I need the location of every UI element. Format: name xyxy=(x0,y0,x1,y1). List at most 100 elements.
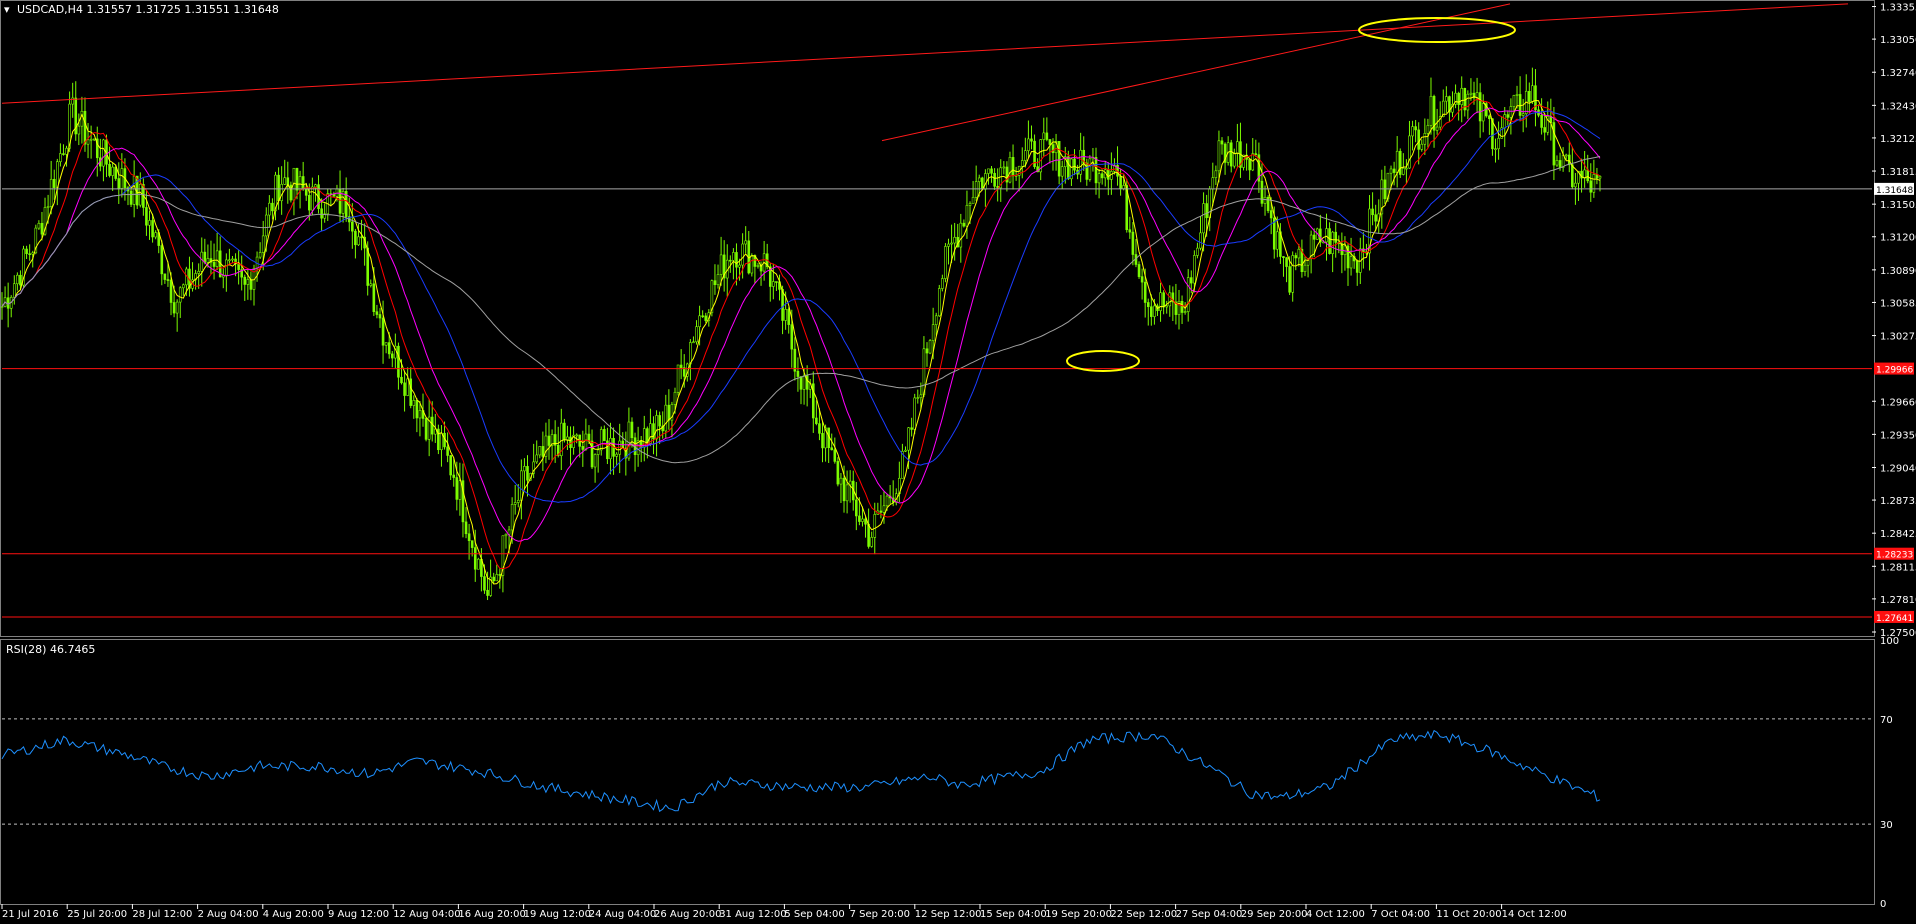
candle-body xyxy=(815,417,818,424)
candle-body xyxy=(1140,276,1144,283)
candle-body xyxy=(458,480,462,500)
candle-body xyxy=(1146,302,1150,308)
candle-body xyxy=(1420,143,1424,150)
candle-body xyxy=(821,433,824,449)
candle-body xyxy=(627,421,631,459)
candle-body xyxy=(679,364,683,369)
candle-body xyxy=(944,246,947,279)
candle-body xyxy=(264,214,268,237)
candle-body xyxy=(1211,177,1215,190)
candle-body xyxy=(249,279,253,290)
candle-body xyxy=(6,297,10,309)
price-axis-label: 1.30275 xyxy=(1880,332,1916,343)
rsi-header: RSI(28) 46.7465 xyxy=(6,643,95,656)
candle-body xyxy=(716,274,720,286)
candle-body xyxy=(664,404,668,432)
candle-body xyxy=(1460,88,1464,105)
candle-body xyxy=(1205,203,1208,219)
candle-body xyxy=(867,523,870,547)
candle-body xyxy=(268,202,271,216)
candle-body xyxy=(160,245,164,275)
candle-body xyxy=(375,311,379,315)
date-axis-label: 21 Jul 2016 xyxy=(2,909,59,920)
candle-body xyxy=(452,474,456,478)
candle-body xyxy=(873,514,877,538)
candle-body xyxy=(523,466,526,472)
candle-body xyxy=(575,434,578,437)
rsi-scale-label: 30 xyxy=(1880,820,1893,831)
candle-body xyxy=(584,433,588,450)
candle-body xyxy=(1309,234,1313,259)
candle-body xyxy=(1051,144,1055,154)
candle-body xyxy=(1137,264,1141,277)
candle-body xyxy=(971,197,975,204)
candle-body xyxy=(37,222,41,229)
candle-body xyxy=(49,178,53,207)
candle-body xyxy=(31,252,35,255)
price-axis-label: 1.30585 xyxy=(1880,298,1916,309)
candle-body xyxy=(1128,229,1132,233)
candle-body xyxy=(793,348,797,372)
candle-body xyxy=(913,397,917,430)
symbol-dropdown-icon[interactable]: ▾ xyxy=(4,3,10,16)
candle-body xyxy=(609,437,612,460)
candle-body xyxy=(1435,126,1439,131)
candle-body xyxy=(547,435,551,446)
candle-body xyxy=(148,220,151,226)
candle-body xyxy=(701,315,704,318)
candle-body xyxy=(704,315,708,321)
candle-body xyxy=(400,376,403,384)
candle-body xyxy=(338,188,342,214)
rsi-panel-frame xyxy=(0,639,1875,905)
candle-body xyxy=(1263,196,1267,204)
candle-body xyxy=(409,378,413,406)
candle-body xyxy=(440,432,443,451)
candle-body xyxy=(83,110,87,145)
date-axis-label: 14 Oct 12:00 xyxy=(1502,909,1567,920)
candle-body xyxy=(1153,305,1156,317)
candle-body xyxy=(885,495,889,507)
rsi-scale-label: 0 xyxy=(1880,899,1886,910)
candle-body xyxy=(603,429,606,442)
candle-body xyxy=(1107,169,1110,180)
candle-body xyxy=(246,279,250,285)
candle-body xyxy=(237,263,240,270)
trading-chart[interactable]: 1.299661.282331.276411.31648 1.333551.33… xyxy=(0,0,1916,924)
ma-grey-line xyxy=(1,155,1601,464)
candle-body xyxy=(366,247,369,286)
candle-body xyxy=(910,427,913,430)
candle-body xyxy=(781,289,784,321)
candle-body xyxy=(787,309,791,325)
candle-body xyxy=(1540,114,1543,128)
candle-body xyxy=(473,547,477,570)
candle-body xyxy=(802,375,806,390)
candle-body xyxy=(925,348,929,354)
candle-body xyxy=(12,283,16,298)
candle-body xyxy=(695,326,698,343)
candle-body xyxy=(372,283,376,312)
candle-body xyxy=(412,400,416,406)
date-axis-label: 29 Sep 20:00 xyxy=(1241,909,1308,920)
candle-body xyxy=(1266,196,1270,211)
price-axis-label: 1.27810 xyxy=(1880,595,1916,606)
candle-body xyxy=(56,161,59,188)
candle-body xyxy=(630,421,634,439)
candle-body xyxy=(504,533,508,537)
candle-body xyxy=(314,184,317,188)
candle-body xyxy=(541,446,545,457)
candle-body xyxy=(1088,158,1092,180)
candle-body xyxy=(784,309,787,321)
candle-body xyxy=(120,168,124,189)
price-axis-label: 1.28425 xyxy=(1880,529,1916,540)
candle-body xyxy=(1248,159,1251,171)
candle-body xyxy=(151,220,154,238)
candle-body xyxy=(283,177,287,185)
date-axis-label: 7 Sep 20:00 xyxy=(850,909,910,920)
candle-body xyxy=(1334,231,1338,243)
candle-body xyxy=(320,208,323,219)
candle-body xyxy=(590,440,594,468)
candle-body xyxy=(1518,94,1522,116)
candle-body xyxy=(984,173,987,190)
price-axis-label: 1.31815 xyxy=(1880,167,1916,178)
candle-body xyxy=(1196,247,1199,256)
